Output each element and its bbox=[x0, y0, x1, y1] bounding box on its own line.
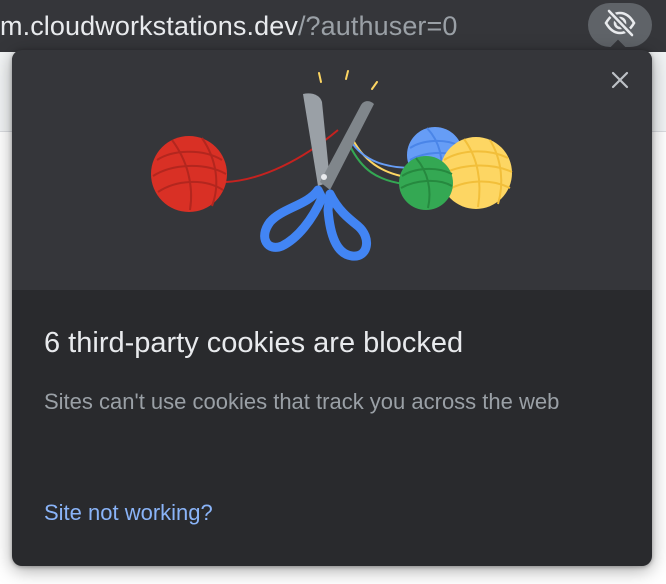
address-bar: m.cloudworkstations.dev/?authuser=0 bbox=[0, 0, 666, 52]
close-icon bbox=[610, 70, 630, 95]
tracking-protection-button[interactable] bbox=[588, 3, 652, 47]
bubble-description: Sites can't use cookies that track you a… bbox=[44, 389, 560, 414]
url-field[interactable]: m.cloudworkstations.dev/?authuser=0 bbox=[0, 9, 458, 43]
site-not-working-link[interactable]: Site not working? bbox=[44, 498, 213, 528]
close-button[interactable] bbox=[604, 66, 636, 98]
eye-off-icon bbox=[603, 8, 637, 43]
url-path: /?authuser=0 bbox=[297, 11, 458, 41]
url-host: m.cloudworkstations.dev bbox=[0, 11, 298, 41]
cookie-controls-bubble: 6 third-party cookies are blocked Sites … bbox=[12, 50, 652, 566]
bubble-title: 6 third-party cookies are blocked bbox=[44, 327, 464, 359]
blocked-cookies-illustration bbox=[12, 50, 652, 290]
scissors-yarn-illustration bbox=[151, 70, 513, 261]
